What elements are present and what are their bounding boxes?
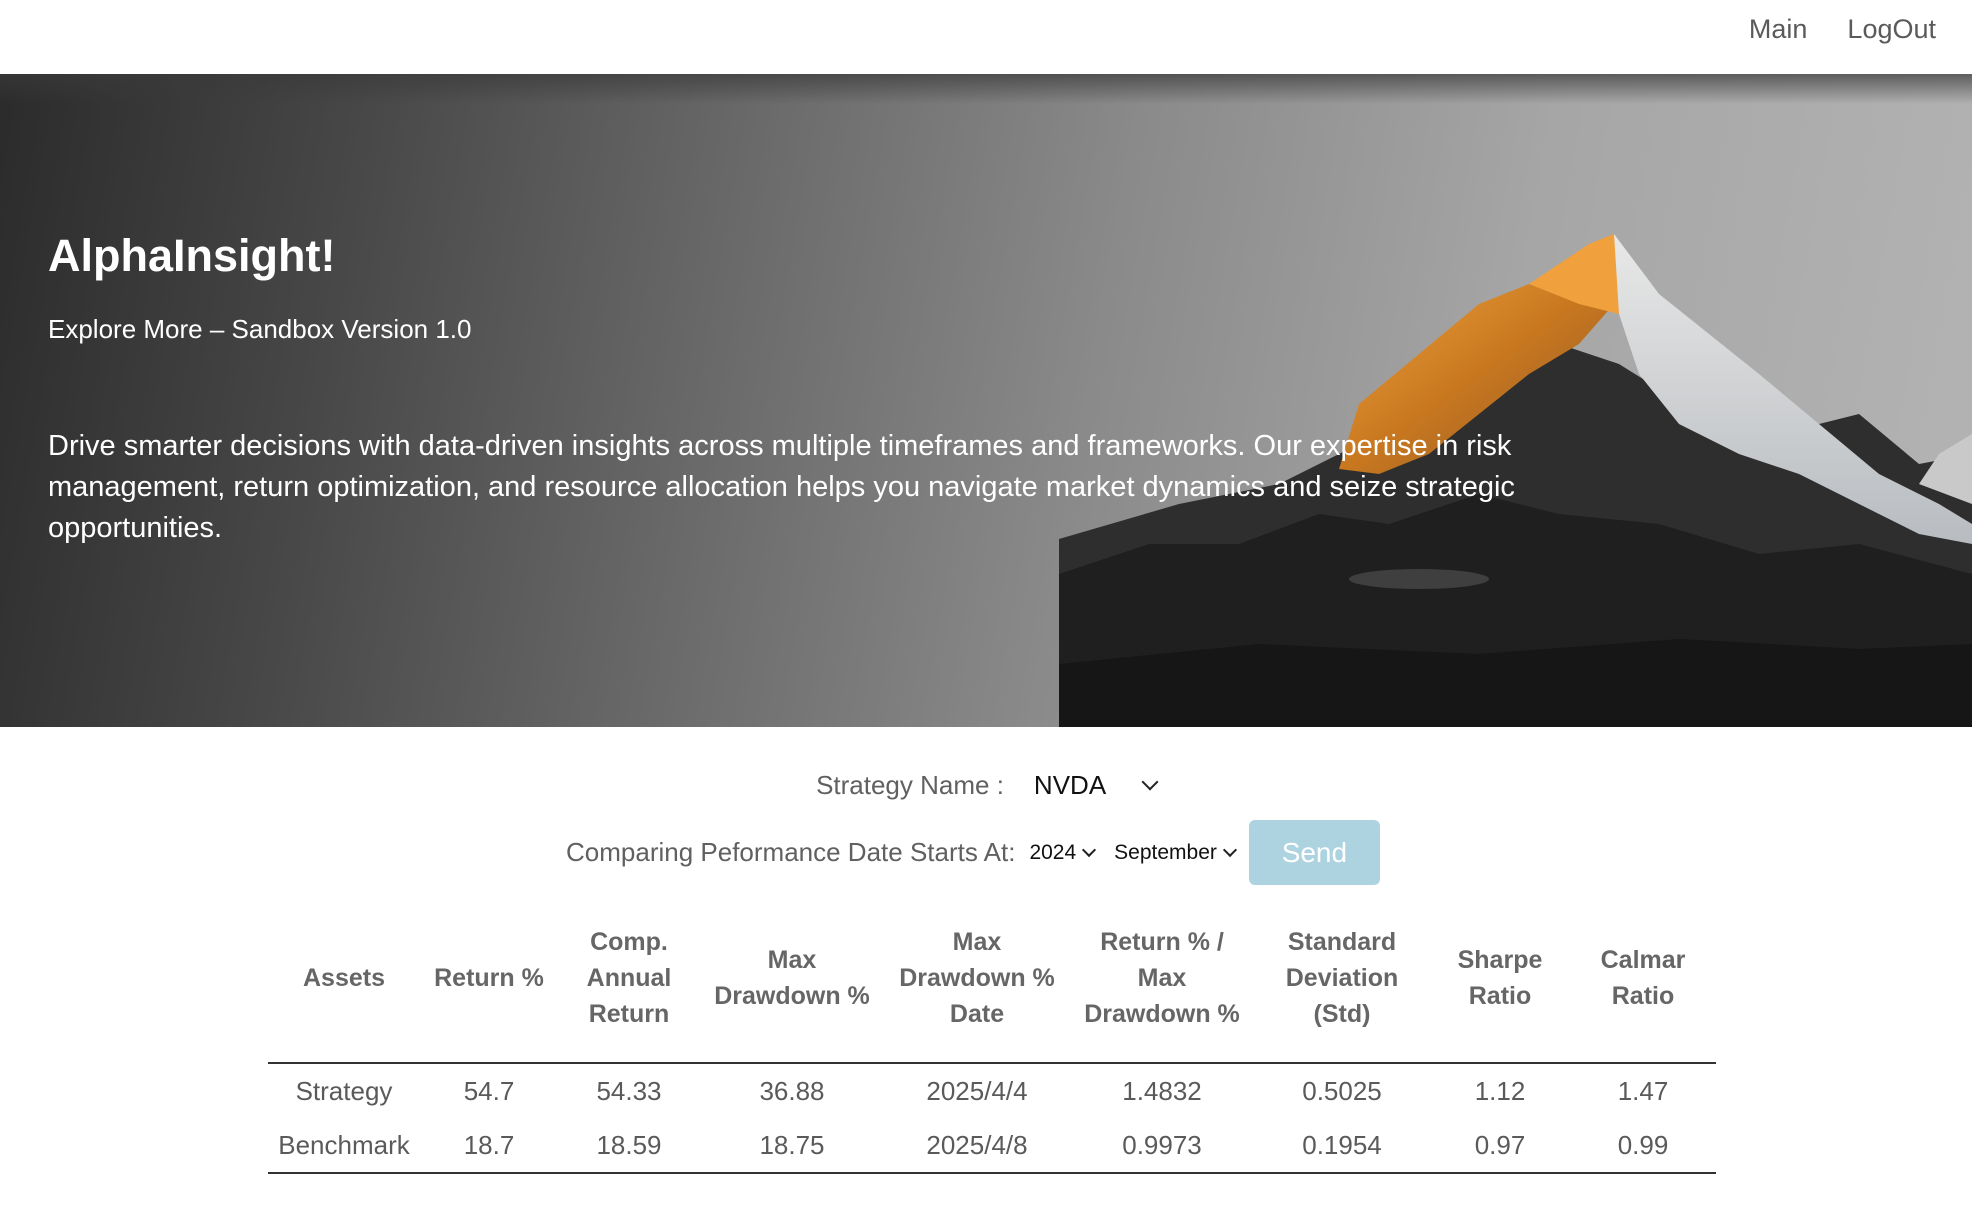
table-cell: 0.5025 <box>1302 1075 1382 1106</box>
header-std: Standard Deviation (Std) <box>1254 893 1430 1064</box>
strategy-select[interactable]: NVDA <box>1033 770 1159 801</box>
table-cell: 18.59 <box>558 1118 700 1174</box>
header-sharpe: Sharpe Ratio <box>1430 893 1570 1064</box>
table-header-row: Assets Return % Comp. Annual Return Max … <box>268 893 1716 1064</box>
chevron-down-icon <box>1222 842 1237 857</box>
month-select[interactable]: September <box>1114 840 1237 865</box>
table-cell: Benchmark <box>268 1118 420 1174</box>
table-cell: 54.7 <box>463 1075 515 1106</box>
table-cell: 0.1954 <box>1254 1118 1430 1174</box>
table-cell: 2025/4/4 <box>926 1075 1028 1106</box>
table-cell: 18.75 <box>700 1118 884 1174</box>
main-link[interactable]: Main <box>1749 14 1808 45</box>
table-row: Benchmark 18.7 18.59 18.75 2025/4/8 0.99… <box>268 1118 1716 1174</box>
header-max-drawdown-date: Max Drawdown % Date <box>884 893 1070 1064</box>
table-cell: 0.99 <box>1570 1118 1716 1174</box>
chevron-down-icon <box>1141 773 1159 790</box>
date-label: Comparing Peformance Date Starts At: <box>566 837 1016 867</box>
table-cell: 1.4832 <box>1122 1075 1202 1106</box>
year-value: 2024 <box>1029 840 1077 864</box>
header-calmar: Calmar Ratio <box>1570 893 1716 1064</box>
header-return: Return % <box>420 893 558 1064</box>
strategy-label: Strategy Name : <box>816 770 1004 800</box>
table-row: Strategy 54.7 54.33 36.88 2025/4/4 1.483… <box>268 1063 1716 1118</box>
date-row: Comparing Peformance Date Starts At: 202… <box>566 820 1380 885</box>
header-assets: Assets <box>268 893 420 1064</box>
strategy-row: Strategy Name : NVDA <box>0 770 1972 801</box>
table-cell: 2025/4/8 <box>884 1118 1070 1174</box>
mountain-image <box>1059 234 1972 727</box>
hero-title: AlphaInsight! <box>48 230 336 281</box>
month-value: September <box>1114 840 1217 864</box>
table-cell: 18.7 <box>420 1118 558 1174</box>
header-max-drawdown: Max Drawdown % <box>700 893 884 1064</box>
logout-link[interactable]: LogOut <box>1847 14 1936 45</box>
year-select[interactable]: 2024 <box>1029 840 1097 865</box>
hero-banner: AlphaInsight! Explore More – Sandbox Ver… <box>0 74 1972 727</box>
send-button[interactable]: Send <box>1248 820 1380 885</box>
table-cell: Strategy <box>295 1075 393 1106</box>
table-cell: 1.47 <box>1617 1075 1669 1106</box>
hero-subtitle: Explore More – Sandbox Version 1.0 <box>48 314 472 344</box>
table-cell: 0.9973 <box>1070 1118 1254 1174</box>
table-cell: 36.88 <box>759 1075 825 1106</box>
top-nav: Main LogOut <box>0 0 1972 74</box>
table-cell: 54.33 <box>596 1075 662 1106</box>
header-return-over-drawdown: Return % / Max Drawdown % <box>1070 893 1254 1064</box>
performance-table: Assets Return % Comp. Annual Return Max … <box>268 893 1716 1174</box>
hero-description: Drive smarter decisions with data-driven… <box>48 430 1515 544</box>
nav-links: Main LogOut <box>1749 14 1936 45</box>
table-cell: 1.12 <box>1474 1075 1526 1106</box>
strategy-value: NVDA <box>1033 770 1107 800</box>
chevron-down-icon <box>1082 842 1097 857</box>
table-cell: 0.97 <box>1430 1118 1570 1174</box>
header-comp-annual-return: Comp. Annual Return <box>558 893 700 1064</box>
